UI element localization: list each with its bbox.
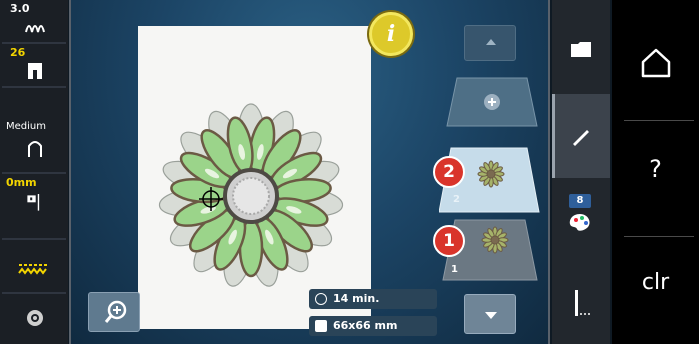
needle-plate-icon bbox=[27, 194, 40, 211]
system-column: ? clr bbox=[612, 0, 699, 344]
design-size: 66x66 mm bbox=[309, 316, 437, 336]
layer-badge-1: 1 bbox=[433, 225, 465, 257]
thread-tension-icon bbox=[25, 25, 45, 33]
color-palette-icon bbox=[569, 214, 590, 231]
home-button[interactable] bbox=[612, 0, 699, 120]
color-info-button[interactable]: 8 bbox=[552, 182, 610, 262]
info-button[interactable]: i bbox=[369, 12, 413, 56]
clear-button[interactable]: clr bbox=[612, 237, 699, 344]
file-manager-button[interactable] bbox=[552, 0, 610, 90]
clear-label: clr bbox=[641, 270, 670, 295]
stitch-start-button[interactable] bbox=[552, 270, 610, 344]
hoop-badge: 8 bbox=[569, 194, 591, 208]
tension-indicator[interactable]: 3.0 bbox=[0, 0, 68, 40]
presser-foot-icon bbox=[28, 63, 42, 79]
help-button[interactable]: ? bbox=[612, 121, 699, 236]
presser-foot-pressure[interactable]: Medium bbox=[0, 88, 68, 157]
zoom-in-icon bbox=[104, 300, 127, 323]
foot-pressure-icon bbox=[28, 141, 42, 157]
needle-position-value: 0mm bbox=[6, 176, 37, 189]
tools-column: 8 bbox=[552, 0, 610, 344]
stitch-length-value: 26 bbox=[10, 46, 26, 59]
needle-stitch-icon bbox=[575, 290, 590, 316]
daisy-design-preview bbox=[158, 103, 344, 287]
info-label: i bbox=[386, 21, 396, 47]
needle-position-indicator[interactable]: 0mm bbox=[0, 174, 68, 226]
tension-value: 3.0 bbox=[10, 2, 30, 15]
arrow-up-icon bbox=[486, 39, 496, 45]
layer-daisy-thumbnail-icon bbox=[477, 160, 505, 188]
home-icon bbox=[641, 48, 671, 78]
folder-icon bbox=[571, 42, 591, 57]
zigzag-stitch-icon bbox=[18, 264, 47, 275]
size-icon bbox=[315, 320, 327, 332]
size-value: 66x66 mm bbox=[333, 319, 398, 332]
stitch-type-indicator[interactable] bbox=[0, 240, 68, 290]
layer-daisy-thumbnail-icon bbox=[481, 226, 509, 254]
arrow-down-icon bbox=[485, 312, 497, 319]
add-layer-button[interactable] bbox=[447, 78, 537, 126]
embroidery-workspace: i 14 min. 66x66 mm 2 1 2 1 bbox=[69, 0, 550, 344]
embroidery-hoop-canvas[interactable] bbox=[138, 26, 371, 329]
bobbin-icon bbox=[27, 310, 43, 326]
scroll-up-button[interactable] bbox=[464, 25, 516, 61]
zoom-button[interactable] bbox=[88, 292, 140, 332]
status-column: 3.0 26 Medium 0mm bbox=[0, 0, 68, 344]
bobbin-indicator[interactable] bbox=[0, 294, 68, 344]
time-value: 14 min. bbox=[333, 292, 380, 305]
embroidery-time: 14 min. bbox=[309, 289, 437, 309]
pressure-label: Medium bbox=[6, 121, 46, 132]
layer-number: 1 bbox=[451, 264, 458, 275]
clock-icon bbox=[315, 293, 327, 305]
stitch-length-indicator[interactable]: 26 bbox=[0, 44, 68, 84]
edit-tool-button[interactable] bbox=[552, 94, 610, 178]
layer-badge-2: 2 bbox=[433, 156, 465, 188]
layer-number: 2 bbox=[453, 194, 460, 205]
pencil-icon bbox=[573, 130, 589, 146]
scroll-down-button[interactable] bbox=[464, 294, 516, 334]
help-label: ? bbox=[649, 155, 662, 183]
